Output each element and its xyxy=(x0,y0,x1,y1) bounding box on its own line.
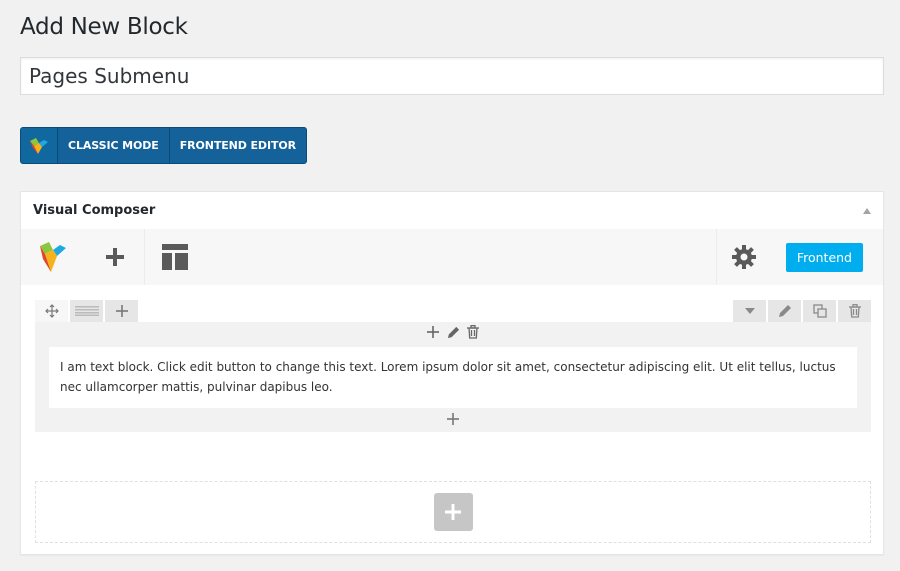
edit-row-icon[interactable] xyxy=(768,300,801,322)
postbox-header: Visual Composer xyxy=(21,192,883,229)
add-element-icon[interactable] xyxy=(85,229,145,285)
gear-icon[interactable] xyxy=(715,229,772,285)
row-container: I am text block. Click edit button to ch… xyxy=(35,322,871,432)
empty-row-placeholder xyxy=(35,481,871,543)
visual-composer-box: Visual Composer Frontend I am text block… xyxy=(20,191,884,555)
add-row-button[interactable] xyxy=(433,493,473,531)
row-layout-icon[interactable] xyxy=(70,300,103,322)
clone-row-icon[interactable] xyxy=(803,300,836,322)
frontend-editor-button[interactable]: FRONTEND EDITOR xyxy=(168,128,306,163)
vc-logo-icon[interactable] xyxy=(21,229,85,285)
vc-logo-icon xyxy=(21,128,58,163)
postbox-title: Visual Composer xyxy=(33,203,156,218)
row-controls xyxy=(35,300,871,322)
chevron-down-icon[interactable] xyxy=(733,300,766,322)
templates-icon[interactable] xyxy=(145,229,205,285)
collapse-arrow-icon[interactable] xyxy=(863,207,871,214)
delete-row-icon[interactable] xyxy=(838,300,871,322)
column-controls xyxy=(35,323,871,341)
add-element-icon[interactable] xyxy=(425,324,441,340)
post-title-input[interactable] xyxy=(20,57,884,95)
add-element-below xyxy=(35,411,871,427)
frontend-button[interactable]: Frontend xyxy=(785,242,863,272)
page-title: Add New Block xyxy=(20,14,188,40)
pencil-icon[interactable] xyxy=(445,324,461,340)
add-element-icon[interactable] xyxy=(445,411,461,427)
classic-mode-button[interactable]: CLASSIC MODE xyxy=(58,128,169,163)
text-block-element[interactable]: I am text block. Click edit button to ch… xyxy=(49,347,857,408)
trash-icon[interactable] xyxy=(465,324,481,340)
composer-navbar: Frontend xyxy=(21,229,883,285)
editor-mode-switch: CLASSIC MODE FRONTEND EDITOR xyxy=(20,127,307,164)
add-column-icon[interactable] xyxy=(105,300,138,322)
move-icon[interactable] xyxy=(35,300,68,322)
